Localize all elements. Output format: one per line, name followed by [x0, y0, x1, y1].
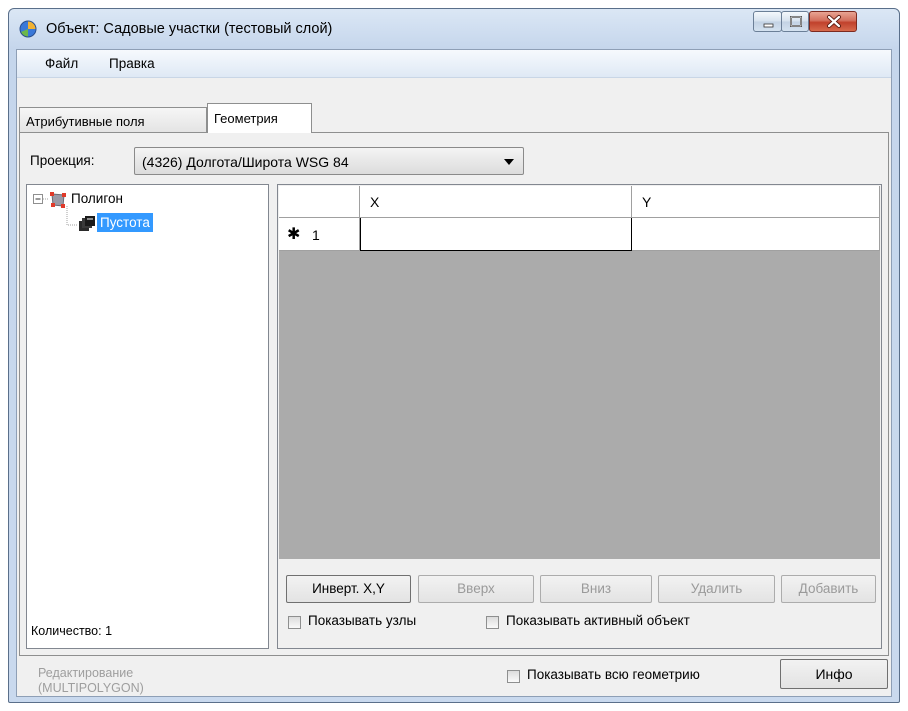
- maximize-icon: [790, 16, 802, 27]
- row-header-new[interactable]: ✱ 1: [279, 218, 360, 251]
- item-count: Количество: 1: [31, 624, 113, 638]
- close-button[interactable]: [809, 11, 857, 32]
- polygon-icon: [50, 192, 66, 208]
- show-active-label: Показывать активный объект: [506, 613, 690, 628]
- title-bar[interactable]: Объект: Садовые участки (тестовый слой): [9, 9, 899, 49]
- grid-corner-header[interactable]: [279, 186, 360, 218]
- projection-value: (4326) Долгота/Широта WSG 84: [142, 154, 349, 170]
- minimize-icon: [763, 23, 774, 28]
- column-header-x-label: X: [370, 194, 380, 210]
- close-icon: [827, 15, 841, 28]
- menu-file[interactable]: Файл: [45, 56, 78, 71]
- info-button[interactable]: Инфо: [780, 659, 888, 689]
- invert-xy-button[interactable]: Инверт. X,Y: [286, 575, 411, 603]
- column-header-y-label: Y: [642, 194, 652, 210]
- menu-edit[interactable]: Правка: [109, 56, 155, 71]
- edit-mode-status: Редактирование (MULTIPOLYGON): [38, 666, 144, 696]
- show-active-checkbox[interactable]: [486, 616, 499, 629]
- delete-button[interactable]: Удалить: [658, 575, 775, 603]
- tree-node-polygon[interactable]: Полигон: [71, 191, 123, 206]
- tab-geometry[interactable]: Геометрия: [207, 103, 312, 133]
- coordinates-grid[interactable]: X Y ✱ 1: [279, 186, 880, 559]
- show-nodes-checkbox[interactable]: [288, 616, 301, 629]
- tree-node-hole[interactable]: Пустота: [97, 213, 153, 232]
- move-down-button[interactable]: Вниз: [540, 575, 652, 603]
- geometry-tab-panel: Проекция: (4326) Долгота/Широта WSG 84 П…: [19, 132, 889, 656]
- maximize-button[interactable]: [781, 11, 809, 32]
- window-title: Объект: Садовые участки (тестовый слой): [46, 21, 333, 37]
- column-header-x[interactable]: X: [360, 186, 632, 218]
- coordinates-panel: X Y ✱ 1 Инверт. X,Y Вверх Вниз Удалить Д…: [277, 184, 882, 649]
- show-nodes-label: Показывать узлы: [308, 613, 417, 628]
- minimize-button[interactable]: [753, 11, 782, 32]
- projection-select[interactable]: (4326) Долгота/Широта WSG 84: [134, 147, 524, 175]
- tab-attributes[interactable]: Атрибутивные поля: [19, 107, 207, 132]
- row-index: 1: [312, 227, 320, 243]
- application-window: Объект: Садовые участки (тестовый слой) …: [8, 8, 900, 703]
- show-all-geometry-label: Показывать всю геометрию: [527, 667, 700, 682]
- show-all-geometry-checkbox[interactable]: [507, 670, 520, 683]
- move-up-button[interactable]: Вверх: [418, 575, 534, 603]
- menu-bar: Файл Правка: [17, 50, 891, 78]
- client-area: Файл Правка Атрибутивные поля Геометрия …: [16, 49, 892, 697]
- app-globe-icon: [19, 20, 37, 38]
- status-line-2: (MULTIPOLYGON): [38, 681, 144, 695]
- geometry-tree[interactable]: Полигон Пустота Количество: 1: [26, 184, 269, 649]
- cell-x[interactable]: [360, 218, 632, 251]
- status-line-1: Редактирование: [38, 666, 134, 680]
- column-header-y[interactable]: Y: [632, 186, 880, 218]
- chevron-down-icon: [504, 159, 514, 165]
- projection-label: Проекция:: [30, 153, 95, 168]
- hole-icon: [79, 216, 95, 231]
- new-row-icon: ✱: [287, 226, 301, 243]
- cell-y[interactable]: [632, 218, 880, 251]
- add-button[interactable]: Добавить: [781, 575, 876, 603]
